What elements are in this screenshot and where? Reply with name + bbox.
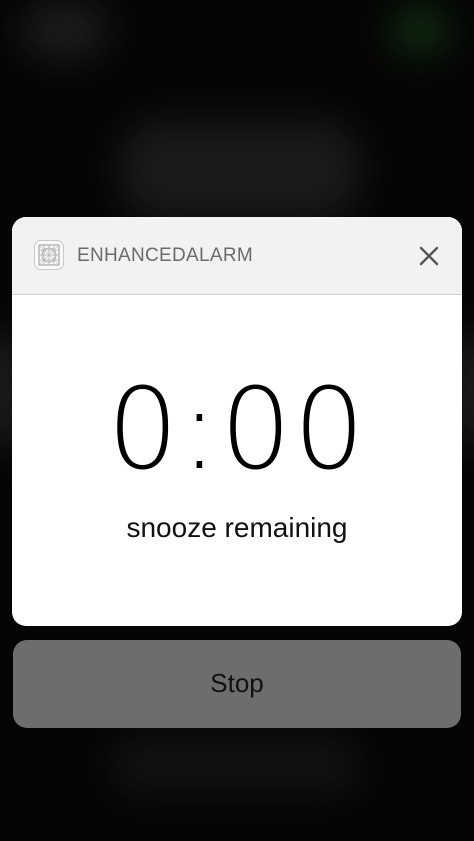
blurred-background-shape <box>120 120 360 220</box>
blurred-background-shape <box>110 735 360 795</box>
lock-screen: ENHANCEDALARM 0:00 snooze remaining Stop <box>0 0 474 841</box>
app-name: ENHANCEDALARM <box>77 245 253 266</box>
alarm-notification-card[interactable]: ENHANCEDALARM 0:00 snooze remaining <box>12 217 462 626</box>
blurred-background-shape <box>390 5 450 55</box>
notification-header: ENHANCEDALARM <box>12 217 462 295</box>
snooze-timer: 0:00 <box>107 365 367 495</box>
close-icon[interactable] <box>414 241 444 271</box>
grid-icon <box>34 240 64 270</box>
stop-button-label: Stop <box>210 668 264 698</box>
snooze-caption: snooze remaining <box>126 512 348 543</box>
stop-button[interactable]: Stop <box>13 640 461 728</box>
blurred-background-shape <box>20 0 110 60</box>
